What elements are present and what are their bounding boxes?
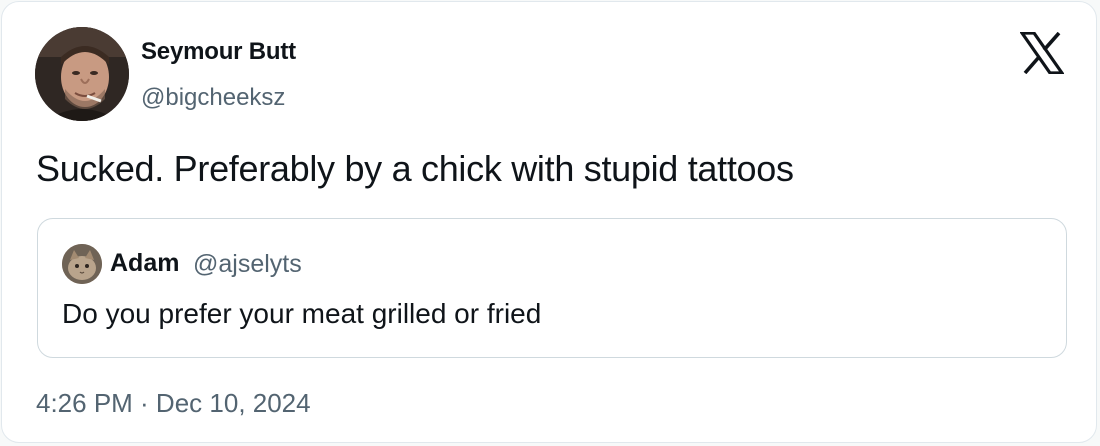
author-avatar[interactable]: [35, 27, 129, 121]
quoted-author-avatar[interactable]: [62, 244, 102, 284]
cat-avatar-icon: [62, 244, 102, 284]
tweet-text: Sucked. Preferably by a chick with stupi…: [36, 148, 794, 189]
quoted-author-handle[interactable]: @ajselyts: [193, 250, 302, 279]
tweet-timestamp[interactable]: 4:26 PM · Dec 10, 2024: [36, 388, 311, 419]
avatar-photo-icon: [35, 27, 129, 121]
tweet-card: Seymour Butt @bigcheeksz Sucked. Prefera…: [1, 1, 1097, 443]
quoted-tweet-text: Do you prefer your meat grilled or fried: [62, 298, 542, 329]
quoted-author-name[interactable]: Adam: [110, 249, 179, 278]
author-name[interactable]: Seymour Butt: [141, 38, 296, 66]
author-handle[interactable]: @bigcheeksz: [141, 84, 285, 112]
x-logo-icon[interactable]: [1018, 31, 1066, 75]
quoted-tweet[interactable]: Adam @ajselyts Do you prefer your meat g…: [37, 218, 1067, 358]
